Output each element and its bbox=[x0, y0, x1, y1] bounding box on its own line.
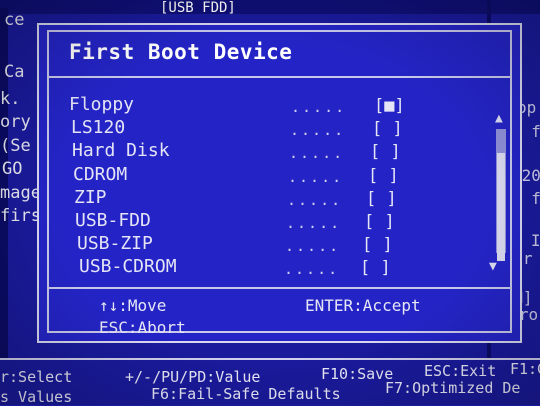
hint-abort: ESC:Abort bbox=[99, 318, 186, 337]
top-strip bbox=[0, 0, 540, 14]
left-fragment-4: ory bbox=[0, 112, 31, 132]
option-usb-fdd-box[interactable]: [ ] bbox=[364, 212, 395, 232]
footer-values: s Values bbox=[0, 388, 73, 406]
option-usb-cdrom[interactable]: USB-CDROM bbox=[79, 256, 177, 277]
first-boot-device-dialog: First Boot Device Floppy ..... [■] LS120… bbox=[37, 23, 522, 343]
scroll-down-arrow-icon[interactable]: ▼ bbox=[489, 259, 497, 274]
footer-save: F10:Save bbox=[321, 365, 394, 383]
option-cdrom-dots: ..... bbox=[288, 168, 344, 186]
left-fragment-3: k. bbox=[0, 89, 21, 109]
footer-value: +/-/PU/PD:Value bbox=[125, 368, 261, 386]
option-usb-cdrom-box[interactable]: [ ] bbox=[360, 258, 391, 278]
left-fragment-6: GO bbox=[2, 159, 23, 179]
option-usb-fdd-dots: ..... bbox=[286, 214, 342, 232]
option-usb-zip-dots: ..... bbox=[285, 237, 341, 255]
dialog-frame: First Boot Device Floppy ..... [■] LS120… bbox=[47, 30, 512, 337]
option-usb-zip[interactable]: USB-ZIP bbox=[77, 233, 153, 254]
left-fragment-7: mage bbox=[0, 183, 41, 203]
current-boot-value: [USB FDD] bbox=[160, 0, 236, 16]
option-zip[interactable]: ZIP bbox=[74, 187, 107, 208]
footer-general: F1:Gen bbox=[510, 360, 540, 378]
hint-separator bbox=[49, 287, 510, 289]
footer-rule bbox=[0, 358, 540, 360]
option-usb-zip-box[interactable]: [ ] bbox=[362, 235, 393, 255]
option-floppy-selected-box[interactable]: [■] bbox=[374, 96, 405, 116]
option-hard-disk-dots: ..... bbox=[289, 144, 345, 162]
option-usb-fdd[interactable]: USB-FDD bbox=[75, 210, 151, 231]
left-fragment-5: (Se bbox=[0, 136, 31, 156]
option-cdrom[interactable]: CDROM bbox=[73, 164, 127, 185]
footer-exit: ESC:Exit bbox=[424, 362, 497, 380]
left-fragment-1: ce bbox=[4, 10, 25, 30]
left-fragment-2: Ca bbox=[4, 62, 25, 82]
option-floppy-dots: ..... bbox=[291, 98, 347, 116]
option-ls120-box[interactable]: [ ] bbox=[372, 119, 403, 139]
option-cdrom-box[interactable]: [ ] bbox=[368, 166, 399, 186]
dialog-title: First Boot Device bbox=[69, 40, 293, 64]
footer-fail-safe: F6:Fail-Safe Defaults bbox=[151, 385, 341, 403]
option-ls120-dots: ..... bbox=[290, 121, 346, 139]
title-separator bbox=[49, 76, 510, 78]
option-zip-dots: ..... bbox=[287, 191, 343, 209]
footer-optimized: F7:Optimized De bbox=[385, 379, 521, 397]
option-hard-disk[interactable]: Hard Disk bbox=[72, 140, 170, 161]
option-floppy[interactable]: Floppy bbox=[69, 94, 134, 115]
option-hard-disk-box[interactable]: [ ] bbox=[370, 142, 401, 162]
option-usb-cdrom-dots: ..... bbox=[284, 260, 340, 278]
scrollbar-thumb[interactable] bbox=[497, 153, 505, 261]
left-fragment-8: firs bbox=[0, 206, 41, 226]
option-zip-box[interactable]: [ ] bbox=[366, 189, 397, 209]
hint-accept: ENTER:Accept bbox=[305, 296, 421, 315]
hint-move: ↑↓:Move bbox=[99, 296, 167, 315]
scroll-up-arrow-icon[interactable]: ▲ bbox=[495, 111, 503, 126]
footer-select: r:Select bbox=[0, 368, 73, 386]
option-ls120[interactable]: LS120 bbox=[71, 117, 125, 138]
